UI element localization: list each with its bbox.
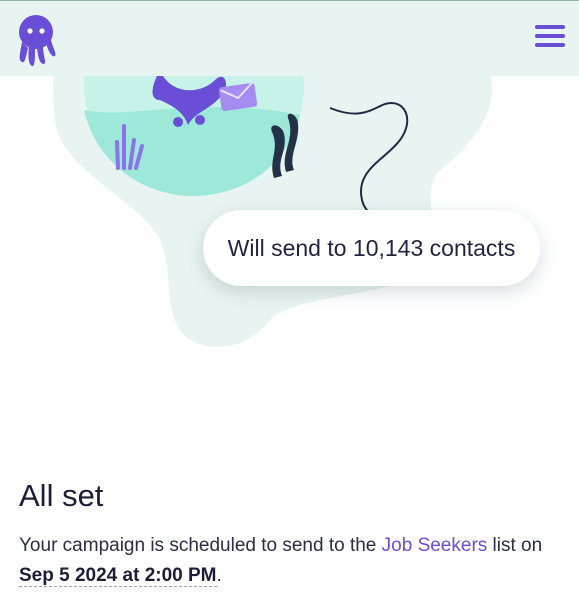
description-middle: list on	[487, 535, 543, 556]
list-link-job-seekers[interactable]: Job Seekers	[382, 535, 488, 556]
recipient-count-badge: Will send to 10,143 contacts	[203, 210, 540, 286]
top-navigation-bar	[0, 0, 579, 76]
schedule-description: Your campaign is scheduled to send to th…	[19, 531, 564, 591]
send-date: Sep 5 2024 at 2:00 PM	[19, 565, 217, 587]
page-title: All set	[19, 478, 104, 513]
menu-bar-bottom	[535, 43, 565, 47]
octopus-logo-icon[interactable]	[16, 14, 58, 68]
description-prefix: Your campaign is scheduled to send to th…	[19, 535, 382, 556]
campaign-scheduled-page: Will send to 10,143 contacts All set You…	[0, 0, 579, 601]
description-suffix: .	[216, 565, 222, 586]
hamburger-menu-button[interactable]	[535, 25, 565, 53]
menu-bar-top	[535, 25, 565, 29]
menu-bar-middle	[535, 34, 565, 38]
